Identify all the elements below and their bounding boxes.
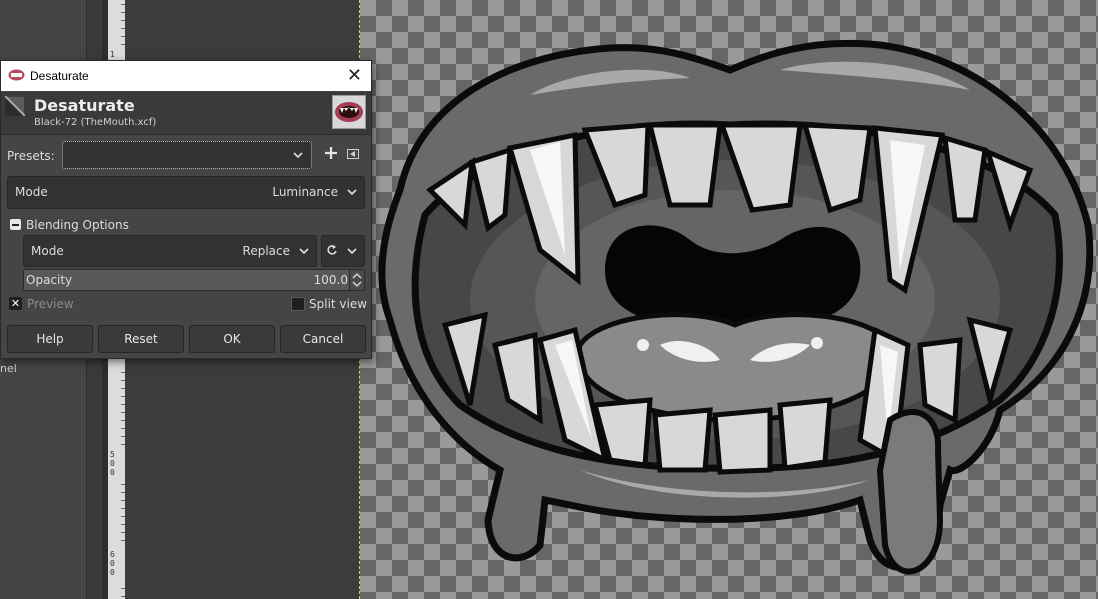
ruler-label: 6 0 0 <box>110 550 115 577</box>
plus-icon[interactable] <box>323 145 339 161</box>
mode-value: Luminance <box>272 185 338 199</box>
header-title: Desaturate <box>34 96 135 115</box>
mouth-artwork <box>378 39 1094 575</box>
opacity-value[interactable]: 100.0 <box>314 273 348 287</box>
chevron-down-icon <box>347 189 357 196</box>
ruler-label: 5 0 0 <box>110 450 115 477</box>
split-view-label[interactable]: Split view <box>309 297 367 311</box>
blend-mode-dropdown[interactable]: Mode Replace <box>23 235 317 267</box>
opacity-label: Opacity <box>26 273 73 287</box>
image-canvas[interactable] <box>360 0 1098 599</box>
blending-options-collapse-toggle[interactable] <box>10 219 21 230</box>
help-button[interactable]: Help <box>7 325 93 353</box>
chevron-down-icon <box>299 248 309 255</box>
mode-dropdown[interactable]: Mode Luminance <box>7 176 365 209</box>
cancel-button[interactable]: Cancel <box>280 325 366 353</box>
dialog-header: Desaturate Black-72 (TheMouth.xcf) <box>1 92 371 135</box>
header-subtitle: Black-72 (TheMouth.xcf) <box>34 117 157 128</box>
reset-button[interactable]: Reset <box>98 325 184 353</box>
desaturate-icon <box>5 96 25 116</box>
close-icon[interactable]: ✕ <box>347 65 362 86</box>
opacity-spin-buttons[interactable] <box>349 270 364 290</box>
desaturate-dialog: Desaturate ✕ Desaturate Black-72 (TheMou… <box>0 60 372 359</box>
blending-options-label[interactable]: Blending Options <box>26 218 129 232</box>
gimp-image-icon <box>8 69 25 81</box>
dialog-titlebar[interactable]: Desaturate ✕ <box>1 61 371 91</box>
split-view-checkbox[interactable] <box>291 297 305 311</box>
presets-label: Presets: <box>7 149 55 163</box>
blend-mode-label: Mode <box>31 244 64 258</box>
dock-partial-label: nel <box>0 362 17 375</box>
ruler-label: 1 <box>110 50 115 59</box>
presets-dropdown[interactable] <box>62 141 312 169</box>
preview-label[interactable]: Preview <box>27 297 74 311</box>
ok-button[interactable]: OK <box>189 325 275 353</box>
window-title: Desaturate <box>30 69 89 83</box>
reset-icon <box>327 245 337 255</box>
mode-label: Mode <box>15 185 48 199</box>
chevron-down-icon <box>293 152 303 159</box>
chevron-down-icon <box>347 248 357 255</box>
opacity-slider[interactable]: Opacity 100.0 <box>23 269 365 291</box>
composite-mode-dropdown[interactable] <box>321 235 365 267</box>
menu-icon[interactable] <box>347 149 359 159</box>
preview-checkbox[interactable]: ✕ <box>9 297 22 310</box>
image-thumbnail <box>332 95 366 129</box>
blend-mode-value: Replace <box>242 244 290 258</box>
